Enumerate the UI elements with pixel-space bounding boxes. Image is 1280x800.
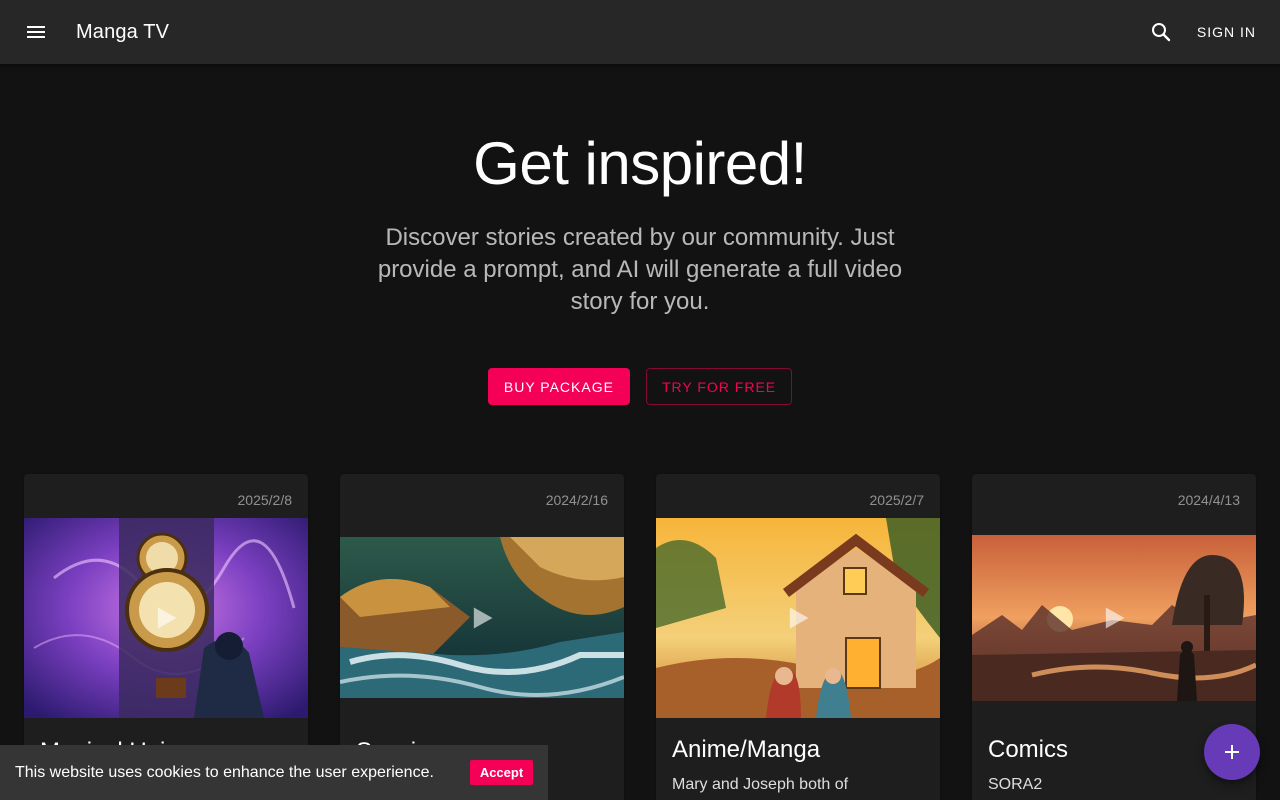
card-title: Comics (988, 736, 1069, 763)
play-icon (157, 607, 177, 629)
cookie-banner: This website uses cookies to enhance the… (0, 745, 548, 800)
card-thumbnail[interactable] (972, 535, 1256, 701)
card-date: 2025/2/7 (869, 492, 925, 508)
search-icon (1151, 23, 1171, 42)
try-for-free-button[interactable]: TRY FOR FREE (645, 368, 793, 405)
card-date: 2024/4/13 (1177, 492, 1240, 508)
sign-in-button[interactable]: SIGN IN (1189, 18, 1264, 46)
create-story-fab[interactable] (1204, 724, 1260, 780)
card-description: SORA2 (988, 776, 1043, 793)
story-card[interactable]: 2025/2/7 Anime/Manga Mary and Joseph bot… (656, 474, 940, 800)
cookie-accept-button[interactable]: Accept (470, 760, 533, 785)
card-thumbnail[interactable] (656, 518, 940, 718)
hero-section: Get inspired! Discover stories created b… (0, 64, 1280, 405)
card-date: 2024/2/16 (545, 492, 608, 508)
buy-package-button[interactable]: BUY PACKAGE (487, 368, 630, 405)
card-date: 2025/2/8 (237, 492, 293, 508)
hero-title: Get inspired! (473, 130, 807, 197)
play-icon (789, 607, 809, 629)
card-thumbnail[interactable] (24, 518, 308, 718)
menu-icon (27, 26, 45, 38)
app-title[interactable]: Manga TV (76, 21, 169, 44)
hero-description: Discover stories created by our communit… (377, 224, 903, 315)
card-thumbnail[interactable] (340, 537, 624, 698)
play-icon (1105, 607, 1125, 629)
search-button[interactable] (1137, 8, 1185, 56)
app-bar: Manga TV SIGN IN (0, 0, 1280, 64)
cookie-message: This website uses cookies to enhance the… (15, 763, 434, 781)
play-icon (473, 607, 493, 628)
menu-button[interactable] (12, 8, 60, 56)
add-icon (1225, 745, 1239, 759)
hero-actions: BUY PACKAGE TRY FOR FREE (0, 368, 1280, 405)
card-title: Anime/Manga (672, 736, 821, 763)
card-description: Mary and Joseph both of (672, 776, 849, 793)
